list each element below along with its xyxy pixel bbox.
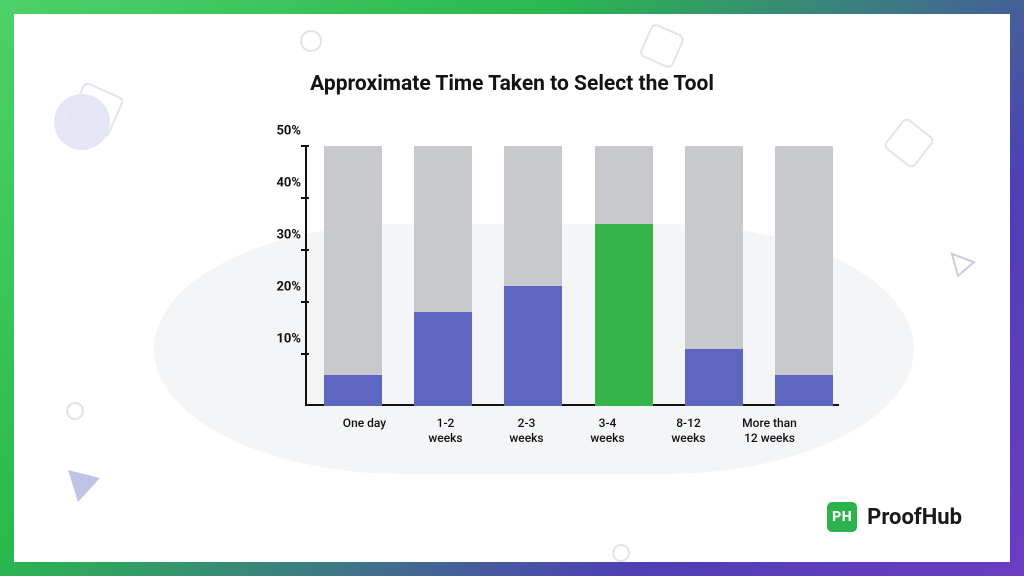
y-tick-mark (301, 353, 309, 355)
brand-mark: PH (827, 502, 857, 532)
decoration-square (638, 22, 686, 70)
x-tick-label: 3-4weeks (567, 416, 648, 446)
x-tick-label: More than12 weeks (729, 416, 810, 446)
x-tick-label: 8-12weeks (648, 416, 729, 446)
bar-value (775, 375, 833, 406)
bar-chart: 10%20%30%40%50% (279, 146, 839, 406)
bar (414, 146, 472, 406)
bar (595, 146, 653, 406)
decoration-ring (612, 544, 630, 562)
brand-logo: PH ProofHub (827, 502, 962, 532)
x-tick-label: One day (324, 416, 405, 446)
decoration-square (882, 116, 935, 169)
y-tick-label: 50% (255, 124, 301, 139)
bar-value (685, 349, 743, 406)
bar-value (324, 375, 382, 406)
decoration-triangle (64, 466, 104, 510)
y-tick-label: 20% (255, 280, 301, 295)
chart-title: Approximate Time Taken to Select the Too… (14, 72, 1010, 96)
y-axis (305, 146, 307, 406)
decoration-triangle (950, 252, 976, 282)
bar-value (595, 224, 653, 406)
decoration-ring (66, 402, 84, 420)
x-axis-labels: One day1-2weeks2-3weeks3-4weeks8-12weeks… (324, 416, 810, 446)
y-tick-label: 40% (255, 176, 301, 191)
y-tick-mark (301, 145, 309, 147)
bar-track (775, 146, 833, 406)
bar-track (324, 146, 382, 406)
gradient-frame: Approximate Time Taken to Select the Too… (0, 0, 1024, 576)
x-tick-label: 2-3weeks (486, 416, 567, 446)
y-tick-mark (301, 301, 309, 303)
canvas: Approximate Time Taken to Select the Too… (14, 14, 1010, 562)
decoration-ring (300, 30, 322, 52)
brand-name: ProofHub (867, 505, 962, 530)
bar (685, 146, 743, 406)
y-tick-mark (301, 249, 309, 251)
y-tick-label: 10% (255, 332, 301, 347)
bar (775, 146, 833, 406)
bar (324, 146, 382, 406)
y-tick-mark (301, 197, 309, 199)
bar-value (504, 286, 562, 406)
y-tick-label: 30% (255, 228, 301, 243)
bar (504, 146, 562, 406)
x-tick-label: 1-2weeks (405, 416, 486, 446)
bar-value (414, 312, 472, 406)
